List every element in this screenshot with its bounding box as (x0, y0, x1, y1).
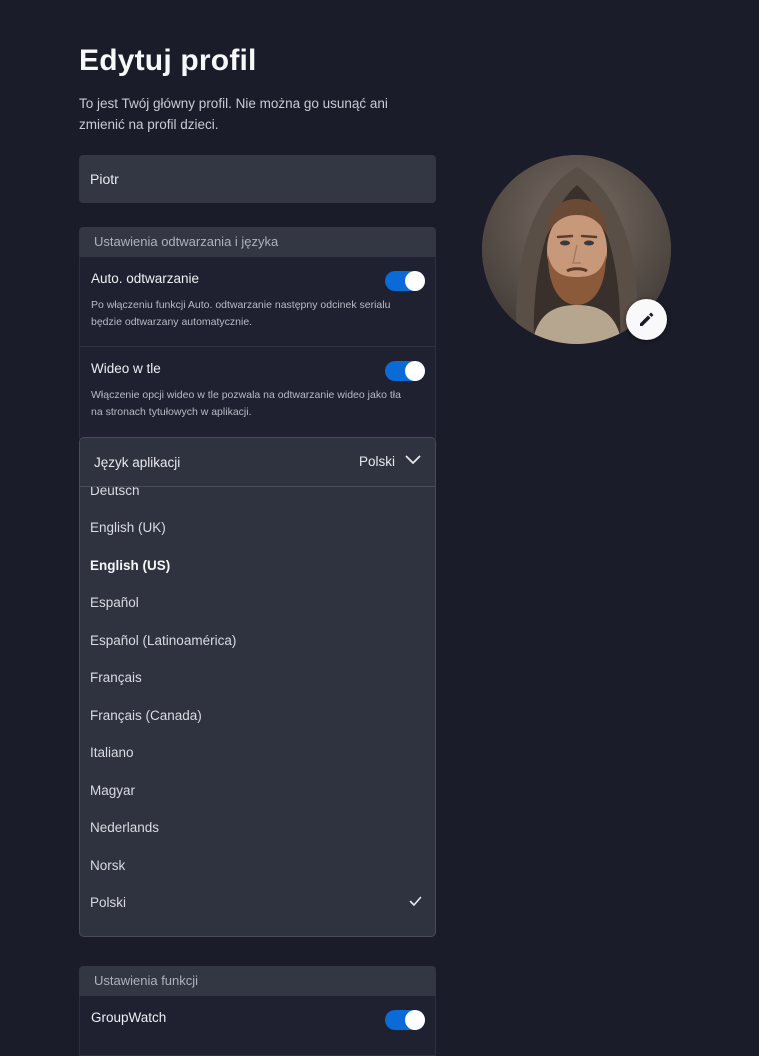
language-dropdown[interactable]: Język aplikacji Polski Deutsch English (… (79, 437, 436, 937)
language-option-english-us[interactable]: English (US) (90, 547, 425, 584)
groupwatch-toggle[interactable] (385, 1010, 425, 1030)
language-option-polski[interactable]: Polski (90, 884, 425, 921)
language-dropdown-label: Język aplikacji (94, 455, 181, 470)
toggle-knob (405, 361, 425, 381)
section-header: Ustawienia odtwarzania i języka (79, 227, 436, 257)
page-title: Edytuj profil (79, 44, 257, 77)
background-video-description: Włączenie opcji wideo w tle pozwala na o… (91, 389, 401, 418)
edit-avatar-button[interactable] (626, 299, 667, 340)
autoplay-title: Auto. odtwarzanie (91, 271, 200, 286)
language-selected-value: Polski (358, 454, 395, 469)
language-option-nederlands[interactable]: Nederlands (90, 809, 425, 846)
language-options-list[interactable]: Deutsch English (UK) English (US) Españo… (80, 487, 435, 936)
autoplay-toggle[interactable] (385, 271, 425, 291)
profile-name-input[interactable]: Piotr (79, 155, 436, 203)
autoplay-description: Po włączeniu funkcji Auto. odtwarzanie n… (91, 299, 391, 328)
language-option-espanol-latam[interactable]: Español (Latinoamérica) (90, 622, 425, 659)
section-header: Ustawienia funkcji (79, 966, 436, 996)
autoplay-setting: Auto. odtwarzanie Po włączeniu funkcji A… (79, 257, 436, 347)
language-dropdown-header[interactable]: Język aplikacji Polski (80, 438, 435, 487)
background-video-title: Wideo w tle (91, 361, 161, 376)
toggle-knob (405, 1010, 425, 1030)
playback-language-section: Ustawienia odtwarzania i języka Auto. od… (79, 227, 436, 439)
language-option-espanol[interactable]: Español (90, 584, 425, 621)
checkmark-icon (409, 896, 422, 906)
language-option-italiano[interactable]: Italiano (90, 734, 425, 771)
language-option-francais[interactable]: Français (90, 659, 425, 696)
groupwatch-setting: GroupWatch (79, 996, 436, 1056)
feature-settings-section: Ustawienia funkcji GroupWatch (79, 966, 436, 1056)
language-option-magyar[interactable]: Magyar (90, 772, 425, 809)
language-option-francais-canada[interactable]: Français (Canada) (90, 697, 425, 734)
edit-pencil-icon (640, 312, 654, 326)
language-option-norsk[interactable]: Norsk (90, 847, 425, 884)
toggle-knob (405, 271, 425, 291)
groupwatch-title: GroupWatch (91, 1010, 167, 1025)
background-video-setting: Wideo w tle Włączenie opcji wideo w tle … (79, 347, 436, 439)
language-option-label: Polski (90, 895, 127, 910)
language-option-deutsch[interactable]: Deutsch (90, 487, 425, 509)
language-option-english-uk[interactable]: English (UK) (90, 509, 425, 546)
page-subtitle: To jest Twój główny profil. Nie można go… (79, 96, 388, 132)
chevron-down-icon (405, 455, 421, 464)
background-video-toggle[interactable] (385, 361, 425, 381)
